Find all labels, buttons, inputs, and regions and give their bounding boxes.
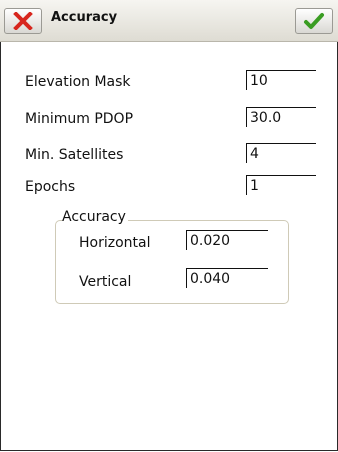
minimum-pdop-label: Minimum PDOP (25, 111, 134, 127)
checkmark-icon (304, 13, 324, 29)
close-button[interactable] (4, 8, 42, 34)
accuracy-group-legend: Accuracy (62, 209, 128, 225)
elevation-mask-label: Elevation Mask (25, 74, 131, 90)
title-bar: Accuracy (0, 0, 338, 42)
ok-button[interactable] (295, 8, 333, 34)
epochs-input[interactable]: 1 (246, 175, 316, 195)
vertical-input[interactable]: 0.040 (186, 268, 268, 288)
elevation-mask-input[interactable]: 10 (246, 70, 316, 90)
horizontal-label: Horizontal (79, 235, 151, 251)
min-satellites-label: Min. Satellites (25, 147, 124, 163)
close-x-icon (13, 12, 33, 30)
minimum-pdop-input[interactable]: 30.0 (246, 107, 316, 127)
dialog-title: Accuracy (51, 10, 118, 25)
epochs-label: Epochs (25, 179, 76, 195)
vertical-label: Vertical (79, 274, 132, 290)
min-satellites-input[interactable]: 4 (246, 143, 316, 163)
horizontal-input[interactable]: 0.020 (186, 230, 268, 250)
